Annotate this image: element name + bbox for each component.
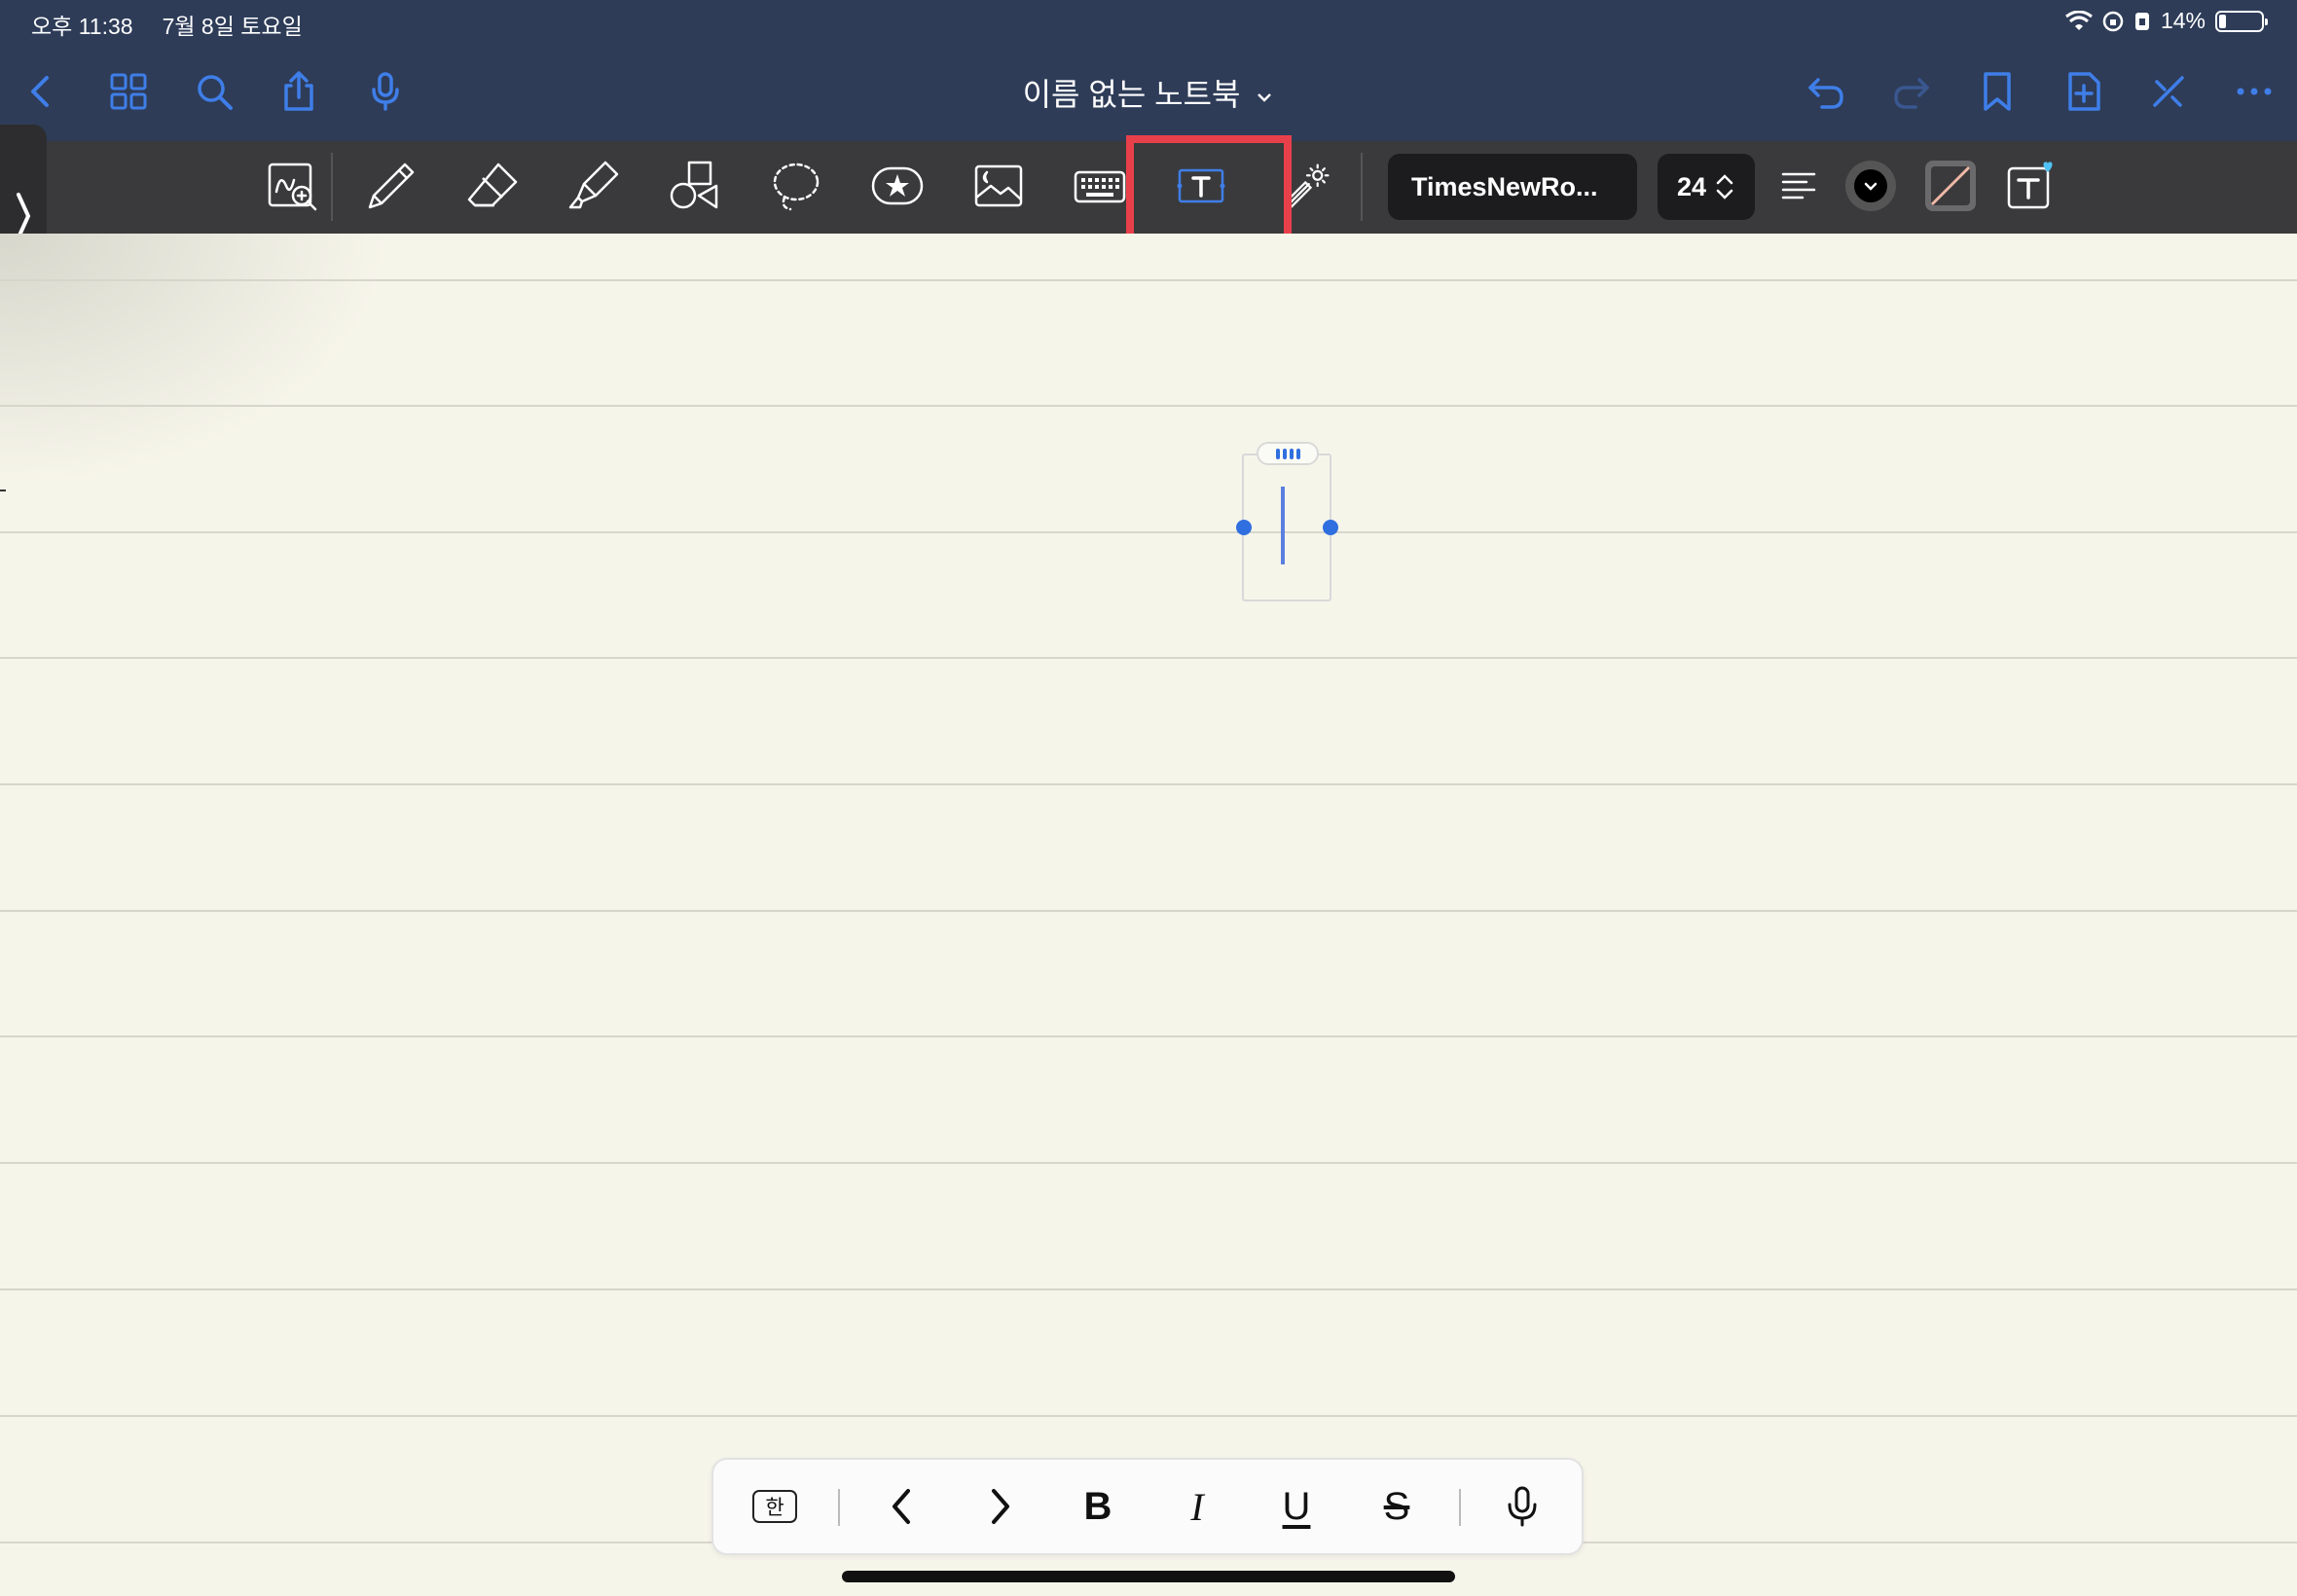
text-style-icon [2007, 162, 2053, 209]
input-language-label: 한 [765, 1497, 784, 1519]
tool-lasso[interactable] [767, 156, 825, 216]
add-page-icon [2068, 72, 2100, 111]
background-color-button[interactable] [1921, 156, 1980, 216]
tool-eraser[interactable] [463, 156, 522, 216]
chevron-left-icon [893, 1489, 910, 1524]
close-toolbar-icon [2153, 76, 2184, 107]
font-size-label: 24 [1677, 171, 1707, 201]
dictation-button[interactable] [1491, 1479, 1553, 1534]
ruled-line [0, 1288, 2297, 1290]
highlighter-icon [568, 161, 619, 209]
toolbar-divider [1361, 153, 1363, 221]
do-not-disturb-icon [2134, 12, 2149, 30]
font-size-stepper[interactable]: 24 [1658, 154, 1755, 220]
ruled-line [0, 910, 2297, 912]
chevron-down-icon[interactable] [1255, 91, 1274, 104]
chevron-right-icon [992, 1489, 1009, 1524]
zoom-window-icon [268, 163, 317, 211]
text-align-button[interactable] [1769, 156, 1828, 216]
orientation-lock-icon [2102, 11, 2124, 31]
up-down-chevron-icon [1716, 174, 1733, 200]
battery-icon [2215, 10, 2268, 32]
bold-button[interactable]: B [1067, 1479, 1129, 1534]
shapes-icon [670, 161, 718, 209]
tool-keyboard[interactable] [1071, 156, 1129, 216]
add-page-button[interactable] [2060, 68, 2107, 115]
text-style-favorites-button[interactable] [2001, 156, 2060, 216]
ruled-line [0, 405, 2297, 407]
toolbar-toggle-button[interactable] [2145, 68, 2192, 115]
redo-icon [1894, 78, 1929, 109]
align-left-icon [1781, 172, 1816, 200]
pen-icon [368, 163, 415, 209]
italic-label: I [1190, 1484, 1204, 1529]
no-fill-icon [1925, 161, 1976, 211]
ruled-line [0, 279, 2297, 281]
more-icon [2237, 88, 2272, 95]
tool-zoom-window[interactable] [263, 156, 321, 216]
tool-laser-pointer[interactable] [1283, 156, 1331, 216]
strikethrough-label: S [1383, 1484, 1410, 1528]
status-date: 7월 8일 토요일 [162, 14, 303, 39]
laser-pointer-icon [1285, 163, 1330, 208]
battery-percent: 14% [2160, 8, 2206, 33]
cursor-left-button[interactable] [870, 1479, 932, 1534]
text-box-right-resize-handle[interactable] [1323, 520, 1338, 535]
cursor-right-button[interactable] [969, 1479, 1032, 1534]
keyboard-bar-divider [838, 1489, 840, 1526]
undo-icon [1808, 78, 1843, 109]
bookmark-icon [1984, 72, 2011, 111]
keyboard-bar-divider [1459, 1489, 1461, 1526]
page-shadow [0, 234, 389, 487]
tool-pen[interactable] [362, 156, 420, 216]
input-language-button[interactable]: 한 [744, 1479, 806, 1534]
underline-button[interactable]: U [1265, 1479, 1328, 1534]
ruled-line [0, 657, 2297, 659]
keyboard-shortcut-bar [711, 1458, 1584, 1555]
undo-button[interactable] [1803, 68, 1849, 115]
microphone-icon [1508, 1486, 1537, 1527]
keyboard-icon [1074, 170, 1126, 203]
tool-sticker[interactable] [868, 156, 927, 216]
margin-mark [0, 490, 6, 491]
ruled-line [0, 1035, 2297, 1037]
font-name-selector[interactable]: TimesNewRo... [1388, 154, 1637, 220]
status-bar-left: 오후 11:38 7월 8일 토요일 [31, 8, 303, 41]
text-box-left-resize-handle[interactable] [1236, 520, 1252, 535]
tool-text-box[interactable] [1172, 156, 1230, 216]
font-name-label: TimesNewRo... [1411, 171, 1598, 201]
text-color-button[interactable] [1841, 156, 1900, 216]
ruled-line [0, 1162, 2297, 1164]
tool-image[interactable] [969, 156, 1028, 216]
ruled-line [0, 783, 2297, 785]
toolbar-divider [331, 153, 333, 221]
more-button[interactable] [2231, 68, 2278, 115]
bold-label: B [1083, 1484, 1112, 1528]
lasso-icon [773, 163, 820, 211]
tool-shapes[interactable] [666, 156, 724, 216]
eraser-icon [467, 163, 518, 207]
underline-label: U [1282, 1484, 1311, 1528]
home-indicator[interactable] [842, 1571, 1455, 1582]
ruled-line [0, 1415, 2297, 1417]
wifi-icon [2065, 10, 2093, 30]
italic-button[interactable]: I [1166, 1479, 1228, 1534]
status-time: 오후 11:38 [31, 14, 133, 39]
hangul-key-icon: 한 [752, 1490, 797, 1523]
image-icon [974, 164, 1023, 207]
strikethrough-button[interactable]: S [1366, 1479, 1428, 1534]
notebook-title[interactable]: 이름 없는 노트북 [1023, 77, 1241, 112]
bookmark-button[interactable] [1974, 68, 2021, 115]
text-box[interactable] [1242, 453, 1331, 601]
notebook-title-bar: 이름 없는 노트북 [0, 70, 2297, 115]
redo-button[interactable] [1888, 68, 1935, 115]
text-box-icon [1177, 168, 1225, 203]
text-cursor [1281, 487, 1285, 564]
ruled-line [0, 531, 2297, 533]
status-bar-right: 14% [2065, 8, 2268, 34]
sticker-icon [871, 166, 924, 205]
tool-highlighter[interactable] [565, 156, 623, 216]
text-box-drag-handle[interactable] [1257, 442, 1319, 465]
color-swatch-icon [1845, 161, 1896, 211]
